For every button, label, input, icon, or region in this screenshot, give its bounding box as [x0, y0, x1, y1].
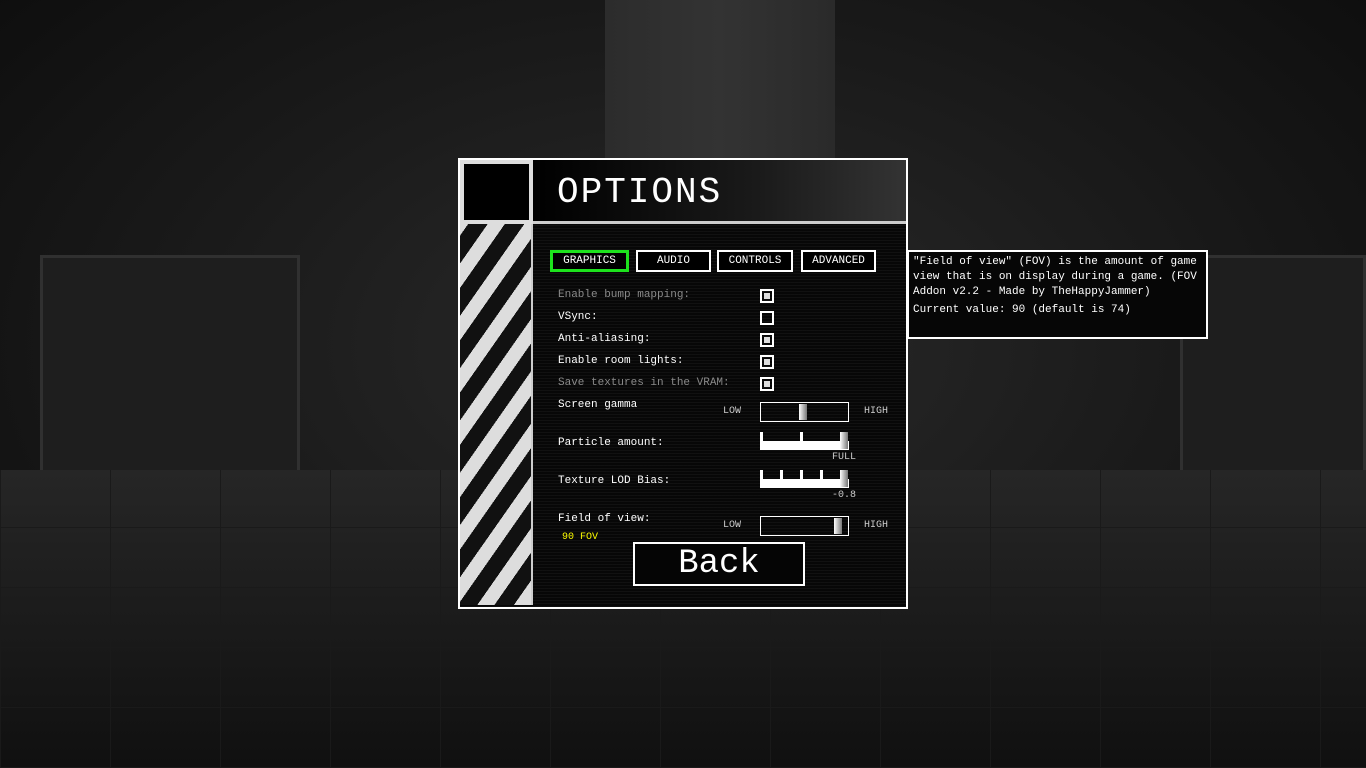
fov-value: 90 FOV: [562, 532, 599, 543]
particle-label: Particle amount:: [558, 437, 664, 449]
slider-thumb[interactable]: [840, 432, 848, 449]
gamma-label: Screen gamma: [558, 399, 638, 411]
lod-label: Texture LOD Bias:: [558, 475, 671, 487]
slider-tick: [800, 432, 803, 450]
tooltip: "Field of view" (FOV) is the amount of g…: [907, 250, 1208, 339]
fov-high-label: HIGH: [864, 520, 889, 531]
slider-tick: [800, 470, 803, 488]
slider-tick: [760, 432, 763, 450]
tab-audio[interactable]: AUDIO: [636, 250, 711, 272]
room-lights-checkbox[interactable]: [760, 355, 774, 369]
lod-slider[interactable]: [760, 470, 849, 488]
slider-tick: [820, 470, 823, 488]
gamma-low-label: LOW: [723, 406, 742, 417]
slider-tick: [780, 470, 783, 488]
fov-label: Field of view:: [558, 513, 651, 525]
options-window: OPTIONS GRAPHICS AUDIO CONTROLS ADVANCED…: [458, 158, 908, 609]
vsync-label: VSync:: [558, 311, 598, 323]
gamma-slider[interactable]: [760, 402, 849, 422]
tooltip-text: "Field of view" (FOV) is the amount of g…: [913, 256, 1197, 298]
tooltip-current-value: Current value: 90 (default is 74): [913, 304, 1131, 316]
particle-slider[interactable]: [760, 432, 849, 450]
vram-label: Save textures in the VRAM:: [558, 377, 730, 389]
fov-slider-thumb[interactable]: [834, 518, 843, 534]
header: OPTIONS: [533, 160, 906, 224]
bump-mapping-label: Enable bump mapping:: [558, 289, 691, 301]
bump-mapping-checkbox[interactable]: [760, 289, 774, 303]
hazard-stripes: [460, 224, 533, 605]
room-lights-label: Enable room lights:: [558, 355, 684, 367]
page-title: OPTIONS: [557, 172, 723, 213]
background-door: [40, 255, 300, 495]
tab-graphics[interactable]: GRAPHICS: [550, 250, 629, 272]
vram-checkbox[interactable]: [760, 377, 774, 391]
particle-value: FULL: [832, 452, 857, 463]
lod-value: -0.8: [832, 490, 857, 501]
anti-aliasing-checkbox[interactable]: [760, 333, 774, 347]
back-button[interactable]: Back: [633, 542, 805, 586]
tab-advanced[interactable]: ADVANCED: [801, 250, 876, 272]
corner-block: [460, 160, 533, 224]
fov-low-label: LOW: [723, 520, 742, 531]
vsync-checkbox[interactable]: [760, 311, 774, 325]
gamma-high-label: HIGH: [864, 406, 889, 417]
tab-controls[interactable]: CONTROLS: [717, 250, 793, 272]
gamma-slider-thumb[interactable]: [798, 404, 807, 420]
anti-aliasing-label: Anti-aliasing:: [558, 333, 651, 345]
fov-slider[interactable]: [760, 516, 849, 536]
slider-thumb[interactable]: [840, 470, 848, 487]
slider-tick: [760, 470, 763, 488]
